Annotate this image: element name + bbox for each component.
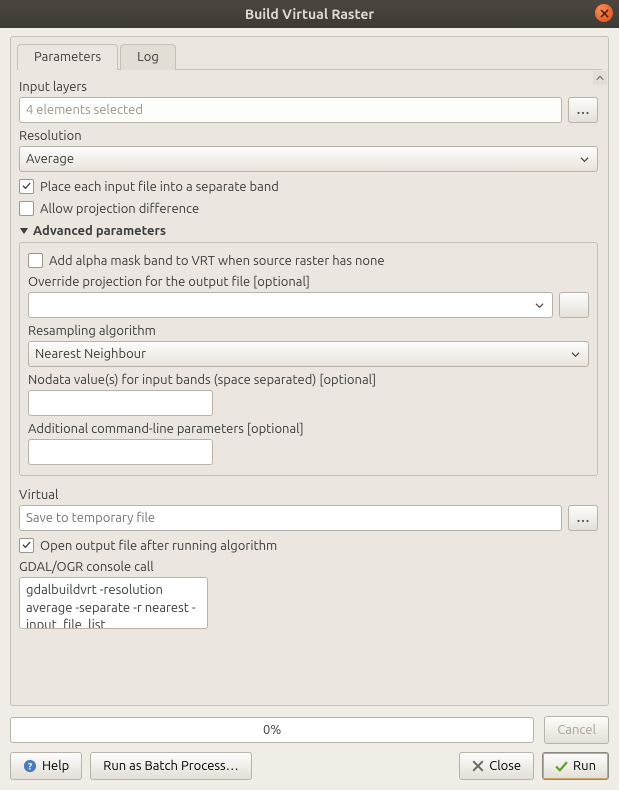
- close-window-button[interactable]: [595, 4, 613, 22]
- run-batch-button[interactable]: Run as Batch Process…: [90, 752, 251, 780]
- tab-bar: Parameters Log: [11, 37, 608, 69]
- progress-bar: 0%: [10, 717, 534, 743]
- ellipsis-icon: …: [577, 511, 590, 525]
- separate-band-checkbox[interactable]: [19, 179, 34, 194]
- parameters-panel: Input layers … Resolution Average: [11, 70, 608, 705]
- check-icon: [555, 760, 568, 773]
- chevron-down-icon: [571, 350, 580, 359]
- window-title: Build Virtual Raster: [245, 6, 374, 22]
- alpha-mask-checkbox[interactable]: [28, 253, 43, 268]
- progress-text: 0%: [263, 723, 281, 737]
- scroll-up-button[interactable]: [593, 71, 607, 85]
- svg-text:?: ?: [28, 761, 32, 772]
- tab-parameters-label: Parameters: [34, 50, 101, 64]
- close-button[interactable]: Close: [459, 752, 534, 780]
- allow-projection-diff-checkbox[interactable]: [19, 201, 34, 216]
- ellipsis-icon: …: [577, 103, 590, 117]
- override-projection-label: Override projection for the output file …: [28, 275, 589, 289]
- dialog-frame: Parameters Log Input layers …: [10, 36, 609, 706]
- run-button[interactable]: Run: [542, 752, 609, 780]
- resolution-label: Resolution: [19, 129, 598, 143]
- allow-projection-diff-label: Allow projection difference: [40, 202, 199, 216]
- input-layers-field[interactable]: [19, 97, 562, 123]
- crs-picker-button[interactable]: [559, 292, 589, 318]
- resampling-combo[interactable]: Nearest Neighbour: [28, 341, 589, 367]
- resampling-value: Nearest Neighbour: [35, 347, 146, 361]
- chevron-up-icon: [596, 74, 604, 82]
- chevron-down-icon: [535, 301, 544, 310]
- input-layers-more-button[interactable]: …: [568, 97, 598, 123]
- help-icon: ?: [23, 759, 37, 773]
- run-batch-label: Run as Batch Process…: [103, 759, 238, 773]
- cancel-button-label: Cancel: [557, 723, 596, 737]
- help-button-label: Help: [42, 759, 69, 773]
- resolution-value: Average: [26, 152, 74, 166]
- resampling-label: Resampling algorithm: [28, 324, 589, 338]
- nodata-input[interactable]: [28, 390, 213, 416]
- run-button-label: Run: [573, 759, 596, 773]
- virtual-output-more-button[interactable]: …: [568, 505, 598, 531]
- close-icon: [600, 9, 609, 18]
- override-projection-combo[interactable]: [28, 292, 553, 318]
- input-layers-label: Input layers: [19, 80, 598, 94]
- cmdline-label: Additional command-line parameters [opti…: [28, 422, 589, 436]
- close-icon: [472, 760, 484, 772]
- console-call-label: GDAL/OGR console call: [19, 560, 598, 574]
- advanced-parameters-toggle[interactable]: Advanced parameters: [19, 224, 598, 238]
- help-button[interactable]: ? Help: [10, 752, 82, 780]
- tab-log-label: Log: [137, 50, 159, 64]
- titlebar: Build Virtual Raster: [0, 0, 619, 28]
- tab-parameters[interactable]: Parameters: [17, 44, 118, 70]
- advanced-parameters-group: Add alpha mask band to VRT when source r…: [19, 242, 598, 476]
- virtual-label: Virtual: [19, 488, 598, 502]
- tab-log[interactable]: Log: [120, 44, 176, 70]
- cmdline-input[interactable]: [28, 439, 213, 465]
- open-after-label: Open output file after running algorithm: [40, 539, 277, 553]
- console-call-text[interactable]: gdalbuildvrt -resolution average -separa…: [19, 577, 208, 629]
- resolution-combo[interactable]: Average: [19, 146, 598, 172]
- triangle-down-icon: [19, 226, 29, 236]
- virtual-output-field[interactable]: [19, 505, 562, 531]
- cancel-button: Cancel: [544, 716, 609, 744]
- chevron-down-icon: [580, 155, 589, 164]
- advanced-parameters-label: Advanced parameters: [33, 224, 166, 238]
- alpha-mask-label: Add alpha mask band to VRT when source r…: [49, 254, 385, 268]
- open-after-checkbox[interactable]: [19, 538, 34, 553]
- close-button-label: Close: [489, 759, 521, 773]
- separate-band-label: Place each input file into a separate ba…: [40, 180, 279, 194]
- nodata-label: Nodata value(s) for input bands (space s…: [28, 373, 589, 387]
